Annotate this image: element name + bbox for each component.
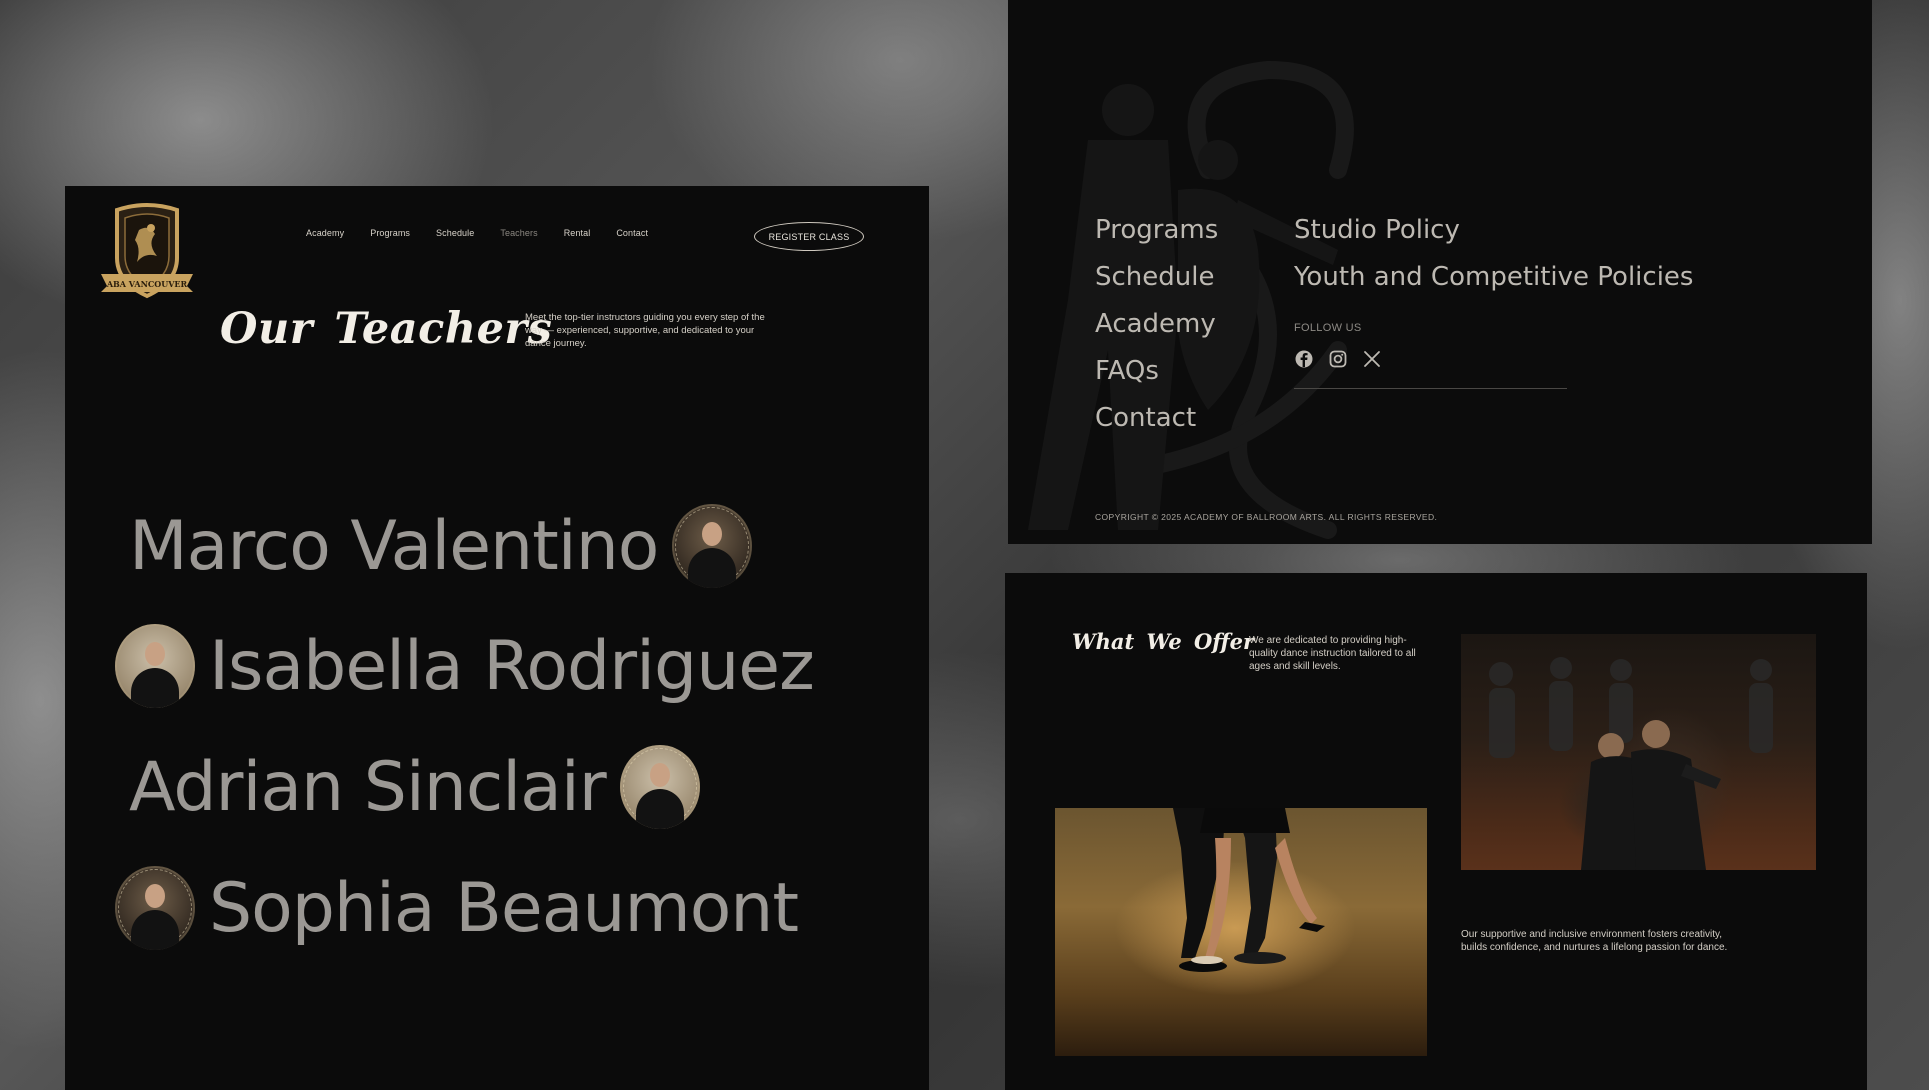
facebook-icon[interactable] bbox=[1294, 349, 1314, 369]
teacher-row[interactable]: Isabella Rodriguez bbox=[115, 624, 815, 708]
teacher-row[interactable]: Sophia Beaumont bbox=[115, 866, 799, 950]
nav-teachers[interactable]: Teachers bbox=[500, 228, 537, 238]
page-title: Our Teachers bbox=[220, 304, 553, 354]
teacher-portrait bbox=[115, 866, 195, 950]
dancers-feet-photo bbox=[1055, 808, 1427, 1056]
footer-links-policies: Studio Policy Youth and Competitive Poli… bbox=[1294, 214, 1693, 294]
footer-link-faqs[interactable]: FAQs bbox=[1095, 355, 1218, 388]
teachers-page-panel: ABA VANCOUVER Academy Programs Schedule … bbox=[65, 186, 929, 1090]
footer-link-youth-policies[interactable]: Youth and Competitive Policies bbox=[1294, 261, 1693, 294]
offer-title: What We Offer bbox=[1072, 629, 1255, 654]
nav-contact[interactable]: Contact bbox=[616, 228, 648, 238]
footer-link-academy[interactable]: Academy bbox=[1095, 308, 1218, 341]
teacher-name: Marco Valentino bbox=[129, 506, 659, 586]
page-description: Meet the top-tier instructors guiding yo… bbox=[525, 312, 765, 349]
teacher-name: Isabella Rodriguez bbox=[209, 626, 815, 706]
footer-divider bbox=[1294, 388, 1567, 389]
teacher-portrait bbox=[115, 624, 195, 708]
teacher-row[interactable]: Marco Valentino bbox=[129, 504, 753, 588]
copyright-text: COPYRIGHT © 2025 ACADEMY OF BALLROOM ART… bbox=[1095, 512, 1438, 522]
main-nav: Academy Programs Schedule Teachers Renta… bbox=[306, 228, 648, 238]
nav-programs[interactable]: Programs bbox=[370, 228, 410, 238]
footer-link-contact[interactable]: Contact bbox=[1095, 402, 1218, 435]
nav-academy[interactable]: Academy bbox=[306, 228, 344, 238]
offer-description: We are dedicated to providing high-quali… bbox=[1249, 635, 1416, 672]
instagram-icon[interactable] bbox=[1328, 349, 1348, 369]
teacher-name: Sophia Beaumont bbox=[209, 868, 799, 948]
footer-panel: Programs Schedule Academy FAQs Contact S… bbox=[1008, 0, 1872, 544]
offer-description-secondary: Our supportive and inclusive environment… bbox=[1461, 929, 1728, 953]
teacher-portrait bbox=[619, 745, 700, 829]
x-icon[interactable] bbox=[1362, 349, 1382, 369]
svg-text:ABA VANCOUVER: ABA VANCOUVER bbox=[106, 279, 188, 289]
social-links bbox=[1294, 349, 1382, 369]
teacher-portrait bbox=[672, 504, 753, 588]
footer-links-primary: Programs Schedule Academy FAQs Contact bbox=[1095, 214, 1218, 435]
follow-us-label: FOLLOW US bbox=[1294, 322, 1362, 334]
teacher-row[interactable]: Adrian Sinclair bbox=[129, 745, 700, 829]
tango-couple-photo bbox=[1461, 634, 1816, 870]
footer-link-programs[interactable]: Programs bbox=[1095, 214, 1218, 247]
nav-schedule[interactable]: Schedule bbox=[436, 228, 474, 238]
what-we-offer-panel: What We Offer We are dedicated to provid… bbox=[1005, 573, 1867, 1090]
aba-crest-logo[interactable]: ABA VANCOUVER bbox=[95, 200, 199, 304]
register-class-button[interactable]: REGISTER CLASS bbox=[754, 222, 864, 251]
nav-rental[interactable]: Rental bbox=[564, 228, 591, 238]
teacher-name: Adrian Sinclair bbox=[129, 747, 607, 827]
footer-link-studio-policy[interactable]: Studio Policy bbox=[1294, 214, 1693, 247]
footer-link-schedule[interactable]: Schedule bbox=[1095, 261, 1218, 294]
